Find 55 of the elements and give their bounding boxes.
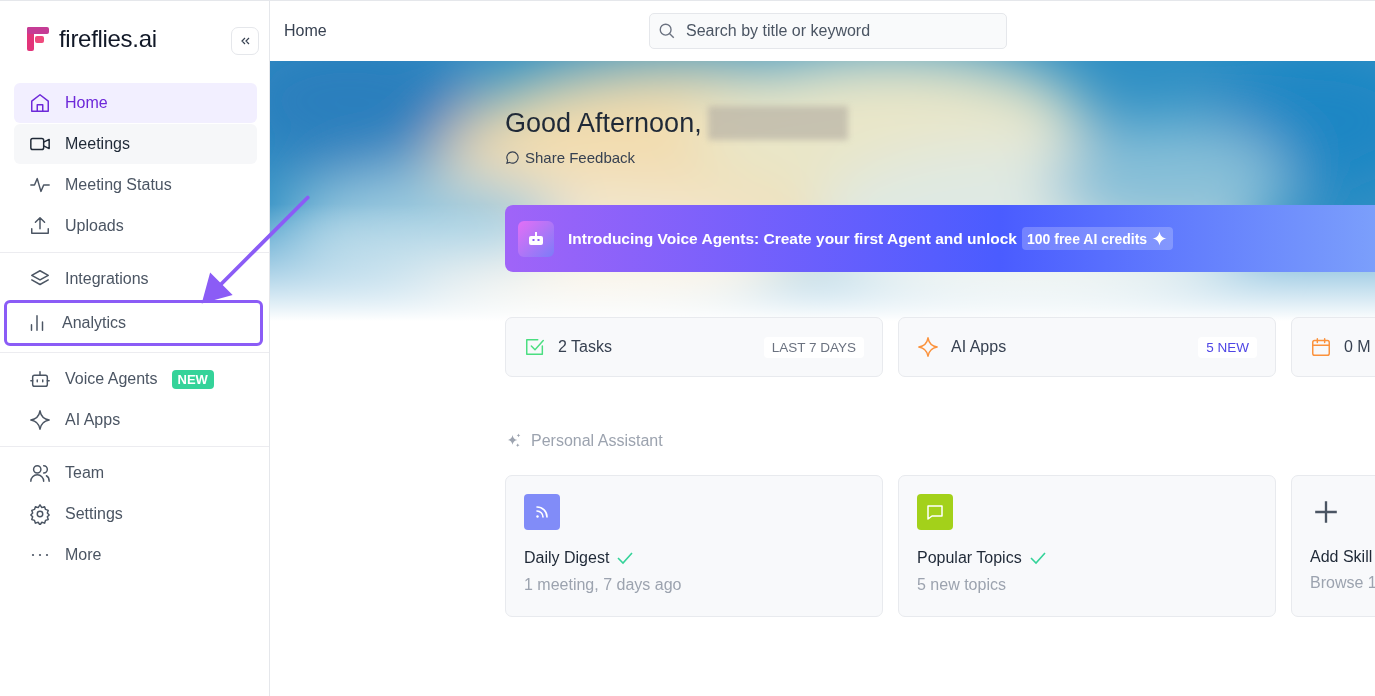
robot-icon: [518, 220, 554, 257]
calendar-icon: [1310, 336, 1332, 358]
double-chevron-icon: [239, 35, 251, 47]
credits-text: 100 free AI credits: [1027, 230, 1148, 247]
nav-item[interactable]: Meetings: [14, 124, 257, 164]
nav-item[interactable]: AI Apps: [14, 400, 257, 440]
skill-card[interactable]: Add Skill Browse 1: [1291, 475, 1375, 617]
logo-icon: [27, 27, 49, 51]
nav-item[interactable]: Team: [14, 453, 257, 493]
stat-label: 0 M: [1344, 338, 1372, 356]
skill-card[interactable]: Popular Topics 5 new topics: [898, 475, 1276, 617]
stat-label: 2 Tasks: [558, 338, 613, 356]
check-icon: [524, 336, 546, 358]
stat-card[interactable]: 2 Tasks LAST 7 DAYS: [505, 317, 883, 377]
logo-text: fireflies.ai: [59, 25, 158, 53]
nav-item[interactable]: Analytics: [4, 300, 263, 346]
skill-subtitle: 1 meeting, 7 days ago: [524, 576, 683, 594]
nav-item[interactable]: Settings: [14, 494, 257, 534]
nav-item[interactable]: Integrations: [14, 259, 257, 299]
nav-item[interactable]: Uploads: [14, 206, 257, 246]
gear-icon: [29, 503, 51, 525]
share-feedback-link[interactable]: Share Feedback: [505, 149, 636, 166]
sparkle-icon: [1151, 230, 1169, 247]
sparkle-icon: [917, 336, 939, 358]
team-icon: [29, 462, 51, 484]
home-icon: [29, 92, 51, 114]
breadcrumb: Home: [284, 22, 328, 40]
nav-item[interactable]: Meeting Status: [14, 165, 257, 205]
banner-text: Introducing Voice Agents: Create your first Agent and unlock: [568, 229, 1017, 248]
nav-item[interactable]: Voice Agents NEW: [14, 359, 257, 399]
collapse-button[interactable]: [231, 27, 259, 55]
voice-agents-banner[interactable]: Introducing Voice Agents: Create your first Agent and unlock 100 free AI credits: [505, 205, 1375, 272]
dots-icon: [31, 553, 49, 557]
nav-item[interactable]: More: [14, 535, 257, 575]
stat-badge: 5 NEW: [1198, 336, 1257, 358]
skill-subtitle: 5 new topics: [917, 576, 1007, 594]
section-title: Personal Assistant: [531, 432, 663, 450]
skill-subtitle: Browse 1: [1310, 574, 1375, 592]
skill-title: Popular Topics: [917, 549, 1022, 567]
stat-card[interactable]: AI Apps 5 NEW: [898, 317, 1276, 377]
skill-title: Add Skill: [1310, 548, 1373, 566]
upload-icon: [29, 215, 51, 237]
stat-badge: LAST 7 DAYS: [763, 336, 864, 358]
sparkle-icon: [29, 409, 51, 431]
greeting: Good Afternoon,: [505, 107, 702, 139]
stat-card[interactable]: 0 M: [1291, 317, 1375, 377]
skill-title: Daily Digest: [524, 549, 610, 567]
new-badge: NEW: [171, 369, 214, 389]
search-field[interactable]: Search by title or keyword: [649, 13, 1007, 49]
nav-item[interactable]: Home: [14, 83, 257, 123]
robot-icon: [29, 368, 51, 390]
stat-label: AI Apps: [951, 338, 1008, 356]
speech-bubble-icon: [505, 150, 520, 165]
skill-card[interactable]: Daily Digest 1 meeting, 7 days ago: [505, 475, 883, 617]
search-icon: [658, 22, 676, 40]
